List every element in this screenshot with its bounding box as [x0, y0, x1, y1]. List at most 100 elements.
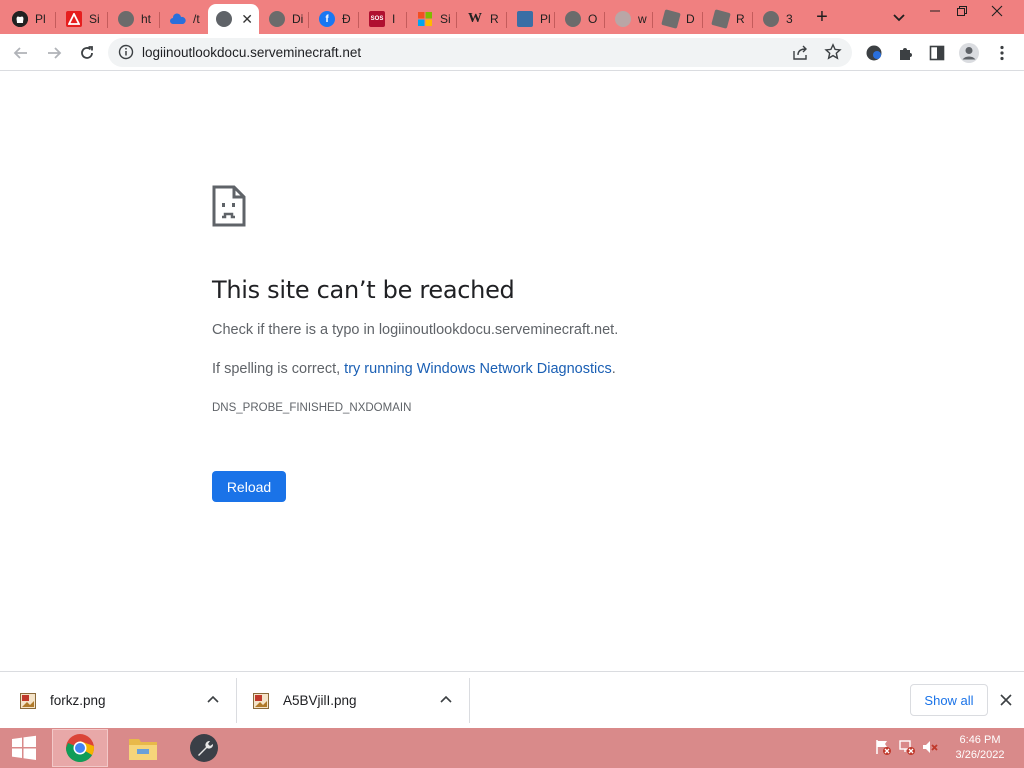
facebook-icon: f: [319, 11, 335, 27]
clock-time: 6:46 PM: [959, 734, 1001, 746]
image-icon: [517, 11, 533, 27]
tab-github[interactable]: Pl: [4, 4, 56, 34]
network-diagnostics-link[interactable]: try running Windows Network Diagnostics: [344, 361, 612, 377]
windows-taskbar: 6:46 PM 3/26/2022: [0, 728, 1024, 768]
wikipedia-icon: W: [468, 11, 482, 26]
taskbar-file-explorer[interactable]: [115, 729, 171, 767]
back-button[interactable]: [10, 42, 32, 64]
tab-title: Di: [292, 12, 304, 26]
tab-title: D: [686, 12, 695, 26]
folder-icon: [129, 739, 157, 760]
error-page: This site can’t be reached Check if ther…: [0, 71, 1024, 671]
tab-title: Si: [440, 12, 451, 26]
globe-icon: [565, 11, 581, 27]
tab-ht[interactable]: ht: [110, 4, 160, 34]
restore-button[interactable]: [947, 0, 977, 22]
typo-suffix: .: [614, 322, 619, 338]
taskbar-tool-app[interactable]: [176, 729, 232, 767]
tab-title: w: [638, 12, 647, 26]
tab-adobe[interactable]: Si: [58, 4, 108, 34]
reload-toolbar-button[interactable]: [76, 42, 98, 64]
loading-icon: [615, 11, 631, 27]
image-file-icon: [20, 692, 36, 709]
tab-w[interactable]: w: [607, 4, 653, 34]
windows-logo-icon: [12, 735, 36, 760]
puzzle-icon: [900, 48, 912, 60]
minimize-icon: [930, 10, 940, 12]
tab-wikipedia[interactable]: W R: [459, 4, 507, 34]
tab-search-button[interactable]: [888, 8, 910, 28]
browser-toolbar: logiinoutlookdocu.serveminecraft.net: [0, 34, 1024, 71]
tab-sos[interactable]: SOS I: [361, 4, 407, 34]
close-shelf-button[interactable]: [996, 690, 1016, 710]
tab-active[interactable]: ✕: [208, 4, 259, 34]
typo-message: Check if there is a typo in logiinoutloo…: [212, 322, 618, 338]
reload-button[interactable]: Reload: [212, 471, 286, 502]
tab-title: Đ: [342, 12, 351, 26]
url-text[interactable]: logiinoutlookdocu.serveminecraft.net: [142, 45, 361, 60]
bookmark-star-icon[interactable]: [824, 43, 842, 66]
close-tab-icon[interactable]: ✕: [241, 11, 253, 28]
globe-icon: [118, 11, 134, 27]
side-panel-button[interactable]: [926, 42, 948, 64]
show-all-downloads-button[interactable]: Show all: [910, 684, 988, 716]
tab-image[interactable]: Pl: [509, 4, 555, 34]
tab-cloud[interactable]: /t: [162, 4, 208, 34]
forward-button[interactable]: [43, 42, 65, 64]
close-icon: [991, 5, 1003, 17]
download-filename: forkz.png: [50, 693, 106, 708]
tab-title: Pl: [35, 12, 46, 26]
typo-prefix: Check if there is a typo in: [212, 322, 379, 338]
globe-icon: [216, 11, 232, 27]
tab-microsoft[interactable]: Si: [409, 4, 457, 34]
extensions-button[interactable]: [895, 42, 917, 64]
roblox-icon: [711, 9, 731, 29]
tab-title: R: [736, 12, 745, 26]
taskbar-chrome[interactable]: [52, 729, 108, 767]
reload-icon: [81, 46, 93, 59]
diagnostics-suffix: .: [611, 361, 616, 377]
tab-facebook[interactable]: f Đ: [311, 4, 359, 34]
more-vert-icon: [1000, 45, 1004, 61]
network-icon[interactable]: [898, 738, 916, 756]
error-heading: This site can’t be reached: [212, 276, 515, 304]
tab-o[interactable]: O: [557, 4, 605, 34]
restore-icon: [957, 6, 967, 16]
minimize-button[interactable]: [920, 0, 950, 22]
globe-icon: [269, 11, 285, 27]
tab-roblox-d[interactable]: D: [655, 4, 703, 34]
volume-muted-icon[interactable]: [921, 738, 939, 756]
vpn-globe-icon: [866, 45, 882, 61]
start-button[interactable]: [4, 728, 44, 768]
tab-title: I: [392, 12, 396, 26]
image-file-icon: [253, 692, 269, 709]
taskbar-clock[interactable]: 6:46 PM 3/26/2022: [948, 733, 1012, 763]
info-icon[interactable]: [118, 44, 134, 65]
chevron-up-icon[interactable]: [438, 692, 454, 708]
tab-3[interactable]: 3: [755, 4, 799, 34]
extension-globe-button[interactable]: [863, 42, 885, 64]
download-item[interactable]: forkz.png: [20, 678, 236, 723]
download-filename: A5BVjilI.png: [283, 693, 357, 708]
chevron-up-icon[interactable]: [205, 692, 221, 708]
error-code: DNS_PROBE_FINISHED_NXDOMAIN: [212, 402, 412, 414]
download-item[interactable]: A5BVjilI.png: [253, 678, 469, 723]
profile-button[interactable]: [958, 42, 980, 64]
tab-title: ht: [141, 12, 152, 26]
chrome-icon: [66, 734, 94, 762]
share-icon[interactable]: [792, 44, 810, 66]
cloud-icon: [170, 11, 186, 27]
sos-icon: SOS: [369, 11, 385, 27]
tab-di[interactable]: Di: [261, 4, 309, 34]
menu-button[interactable]: [991, 42, 1013, 64]
adobe-icon: [66, 11, 82, 27]
side-panel-icon: [929, 45, 945, 61]
tab-strip: Pl Si ht /t ✕ Di f Đ SOS I Si W R Pl O w…: [0, 0, 1024, 34]
address-bar[interactable]: logiinoutlookdocu.serveminecraft.net: [108, 38, 852, 67]
roblox-icon: [661, 9, 681, 29]
flag-warning-icon[interactable]: [874, 738, 892, 756]
close-window-button[interactable]: [982, 0, 1012, 22]
tab-roblox-r[interactable]: R: [705, 4, 753, 34]
new-tab-button[interactable]: +: [810, 6, 834, 30]
tab-title: Si: [89, 12, 100, 26]
